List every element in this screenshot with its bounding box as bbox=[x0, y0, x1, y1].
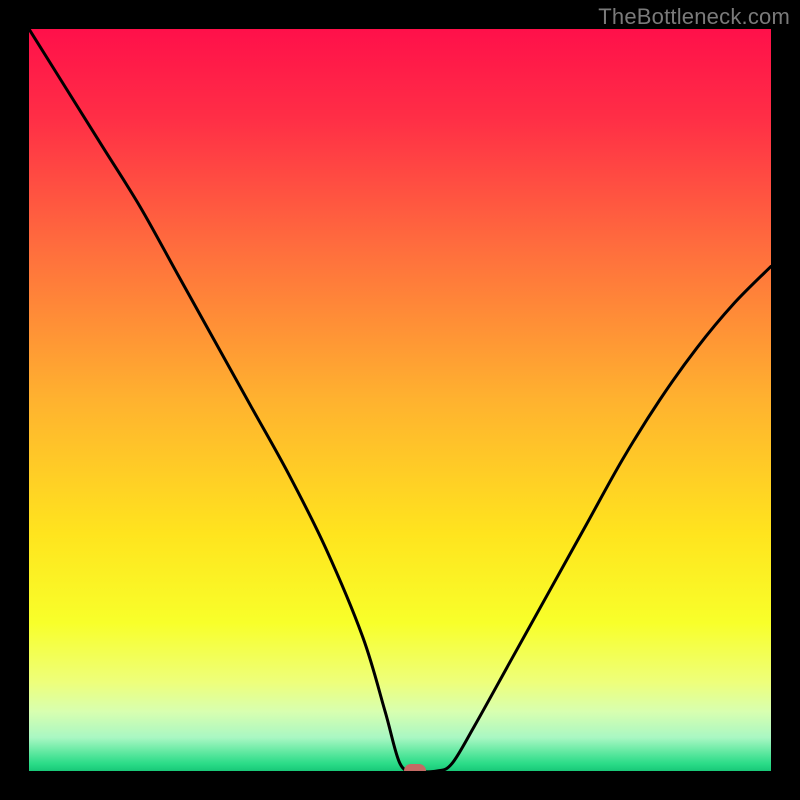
chart-frame: TheBottleneck.com bbox=[0, 0, 800, 800]
optimal-point-marker bbox=[404, 764, 426, 771]
curve-path bbox=[29, 29, 771, 771]
watermark-text: TheBottleneck.com bbox=[598, 4, 790, 30]
plot-area bbox=[29, 29, 771, 771]
bottleneck-curve bbox=[29, 29, 771, 771]
